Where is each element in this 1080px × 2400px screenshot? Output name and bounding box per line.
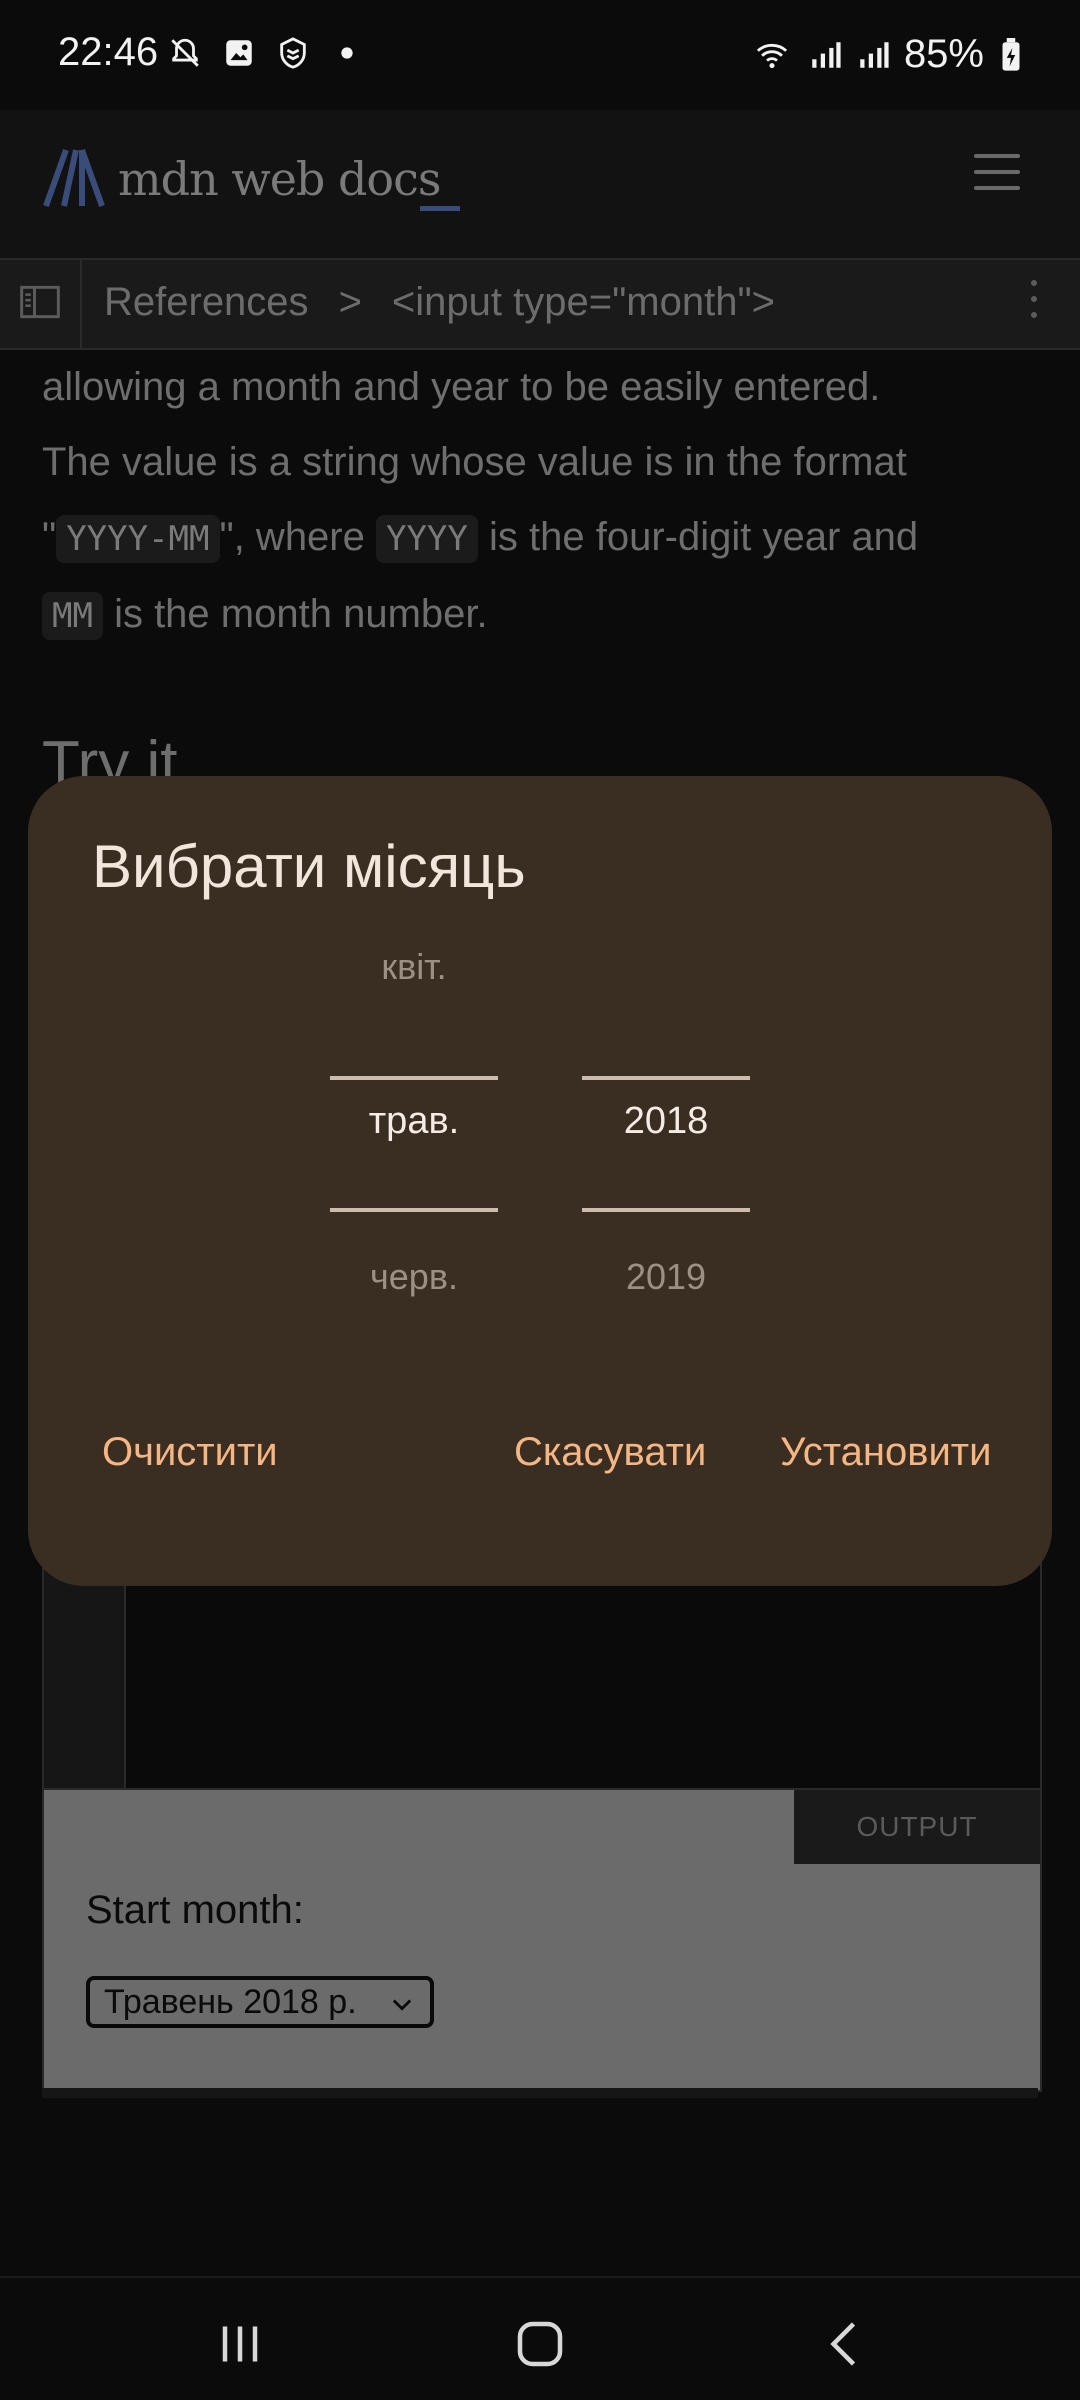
site-header: mdn web docs [0,110,1080,258]
dot-icon [341,47,353,59]
sidebar-toggle-icon[interactable] [18,280,62,324]
logo-cursor [420,206,460,211]
breadcrumb-separator: > [338,280,362,324]
month-option-next[interactable]: черв. [330,1256,498,1298]
dialog-title: Вибрати місяць [92,833,526,900]
article-text: is the four-digit year and [477,515,919,559]
set-button[interactable]: Установити [780,1430,991,1475]
article-line: MM is the month number. [42,577,1042,654]
hamburger-icon[interactable] [974,154,1020,202]
mdn-logo-icon[interactable] [42,148,106,208]
month-spinner[interactable]: квіт. трав. черв. [330,946,498,1326]
month-option-prev[interactable]: квіт. [330,946,498,988]
article-body: allowing a month and year to be easily e… [42,350,1042,654]
breadcrumb-bar: References > <input type="month"> [0,258,1080,350]
month-picker-dialog: Вибрати місяць квіт. трав. черв. 2018 20… [28,776,1052,1586]
clear-button[interactable]: Очистити [102,1430,278,1475]
breadcrumb-divider [80,260,82,348]
month-option-selected[interactable]: трав. [330,1100,498,1143]
start-month-label: Start month: [86,1888,304,1932]
article-line: " YYYY-MM ", where YYYY is the four-digit … [42,500,1042,577]
year-selection-line-bottom [582,1208,750,1212]
signal-icon [860,41,889,68]
code-mm: MM [42,592,103,640]
code-yyyy-mm: YYYY-MM [56,515,220,563]
system-nav-bar [0,2276,1080,2400]
breadcrumb-item-current[interactable]: <input type="month"> [392,280,775,325]
month-selection-line-bottom [330,1208,498,1212]
month-selection-line-top [330,1076,498,1080]
screen: 22:46 85% mdn web docs References > <inp… [0,0,1080,2400]
month-select[interactable]: Травень 2018 р. [86,1976,434,2028]
article-line: The value is a string whose value is in … [42,440,907,484]
back-icon[interactable] [816,2314,876,2374]
output-tab[interactable]: OUTPUT [794,1790,1040,1864]
status-bar: 22:46 85% [0,0,1080,110]
year-option-next[interactable]: 2019 [582,1256,750,1298]
chevron-down-icon [392,1999,412,2011]
breadcrumb: References > <input type="month"> [104,280,775,325]
gallery-icon [226,40,252,66]
signal-icon [812,41,841,68]
shield-icon [280,37,306,69]
notifications-off-icon [171,38,199,67]
breadcrumb-item-references[interactable]: References [104,280,309,325]
home-icon[interactable] [510,2314,570,2374]
article-line: allowing a month and year to be easily e… [42,365,881,409]
logo-text[interactable]: mdn web docs [118,152,441,206]
status-icons-right: 85% [750,32,1024,77]
cancel-button[interactable]: Скасувати [514,1430,706,1475]
battery-percentage: 85% [903,32,984,76]
editor-gutter [44,1560,126,1788]
year-selection-line-top [582,1076,750,1080]
article-text: is the month number. [102,592,488,636]
more-options-icon[interactable] [1024,280,1044,328]
wifi-icon [756,43,788,68]
quote: " [42,515,57,559]
output-panel-footer [42,2088,1038,2098]
recent-apps-icon[interactable] [210,2314,270,2374]
year-spinner[interactable]: 2018 2019 [582,946,750,1326]
code-editor[interactable] [42,1560,1042,1788]
status-icons-left [168,36,364,70]
month-select-value: Травень 2018 р. [104,1982,357,2021]
article-text: ", where [219,515,376,559]
battery-charging-icon [1002,37,1020,71]
output-panel: OUTPUT Start month: Травень 2018 р. [42,1788,1042,2092]
year-option-selected[interactable]: 2018 [582,1100,750,1143]
status-time: 22:46 [58,30,159,74]
code-yyyy: YYYY [375,515,478,563]
